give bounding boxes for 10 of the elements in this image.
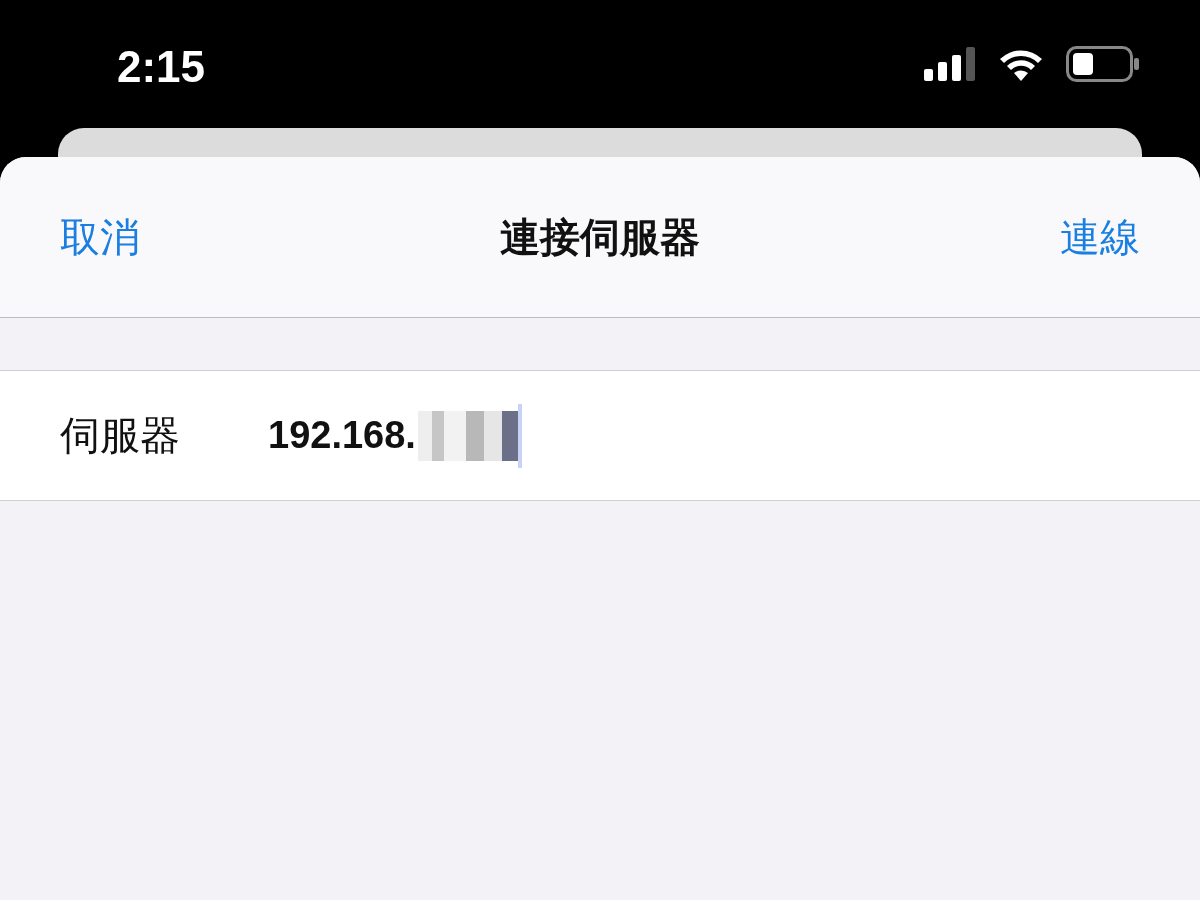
sheet-title: 連接伺服器 <box>500 212 700 262</box>
field-label: 伺服器 <box>60 411 181 460</box>
cancel-button[interactable]: 取消 <box>60 209 140 265</box>
signal-icon <box>924 47 976 81</box>
connect-button[interactable]: 連線 <box>1060 209 1140 265</box>
wifi-icon <box>998 47 1044 81</box>
battery-icon <box>1066 46 1140 82</box>
status-time: 2:15 <box>117 42 206 92</box>
text-cursor <box>517 403 522 468</box>
server-field[interactable]: 192.168. <box>268 403 522 468</box>
